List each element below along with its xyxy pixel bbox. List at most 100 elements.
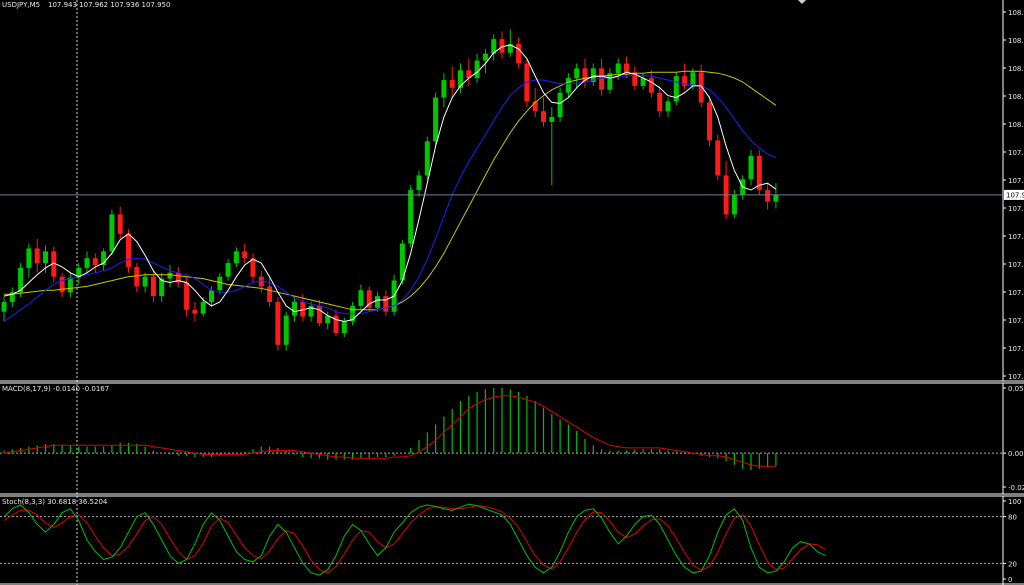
candle	[599, 58, 605, 96]
candle-body	[67, 277, 73, 293]
candle-body	[574, 68, 580, 79]
candle	[292, 297, 297, 322]
candle	[673, 72, 679, 106]
candle-body	[267, 286, 273, 302]
candle-body	[433, 97, 439, 142]
candle-body	[458, 70, 463, 88]
macd-axis-tick-label: 0.00	[1008, 450, 1024, 458]
candle	[466, 58, 472, 86]
candle-body	[84, 258, 90, 268]
macd-axis-ticks: 0.0500 0.00 -0.026	[1003, 385, 1024, 492]
candle	[657, 85, 663, 118]
stoch-axis-ticks: 100 80 20 0	[1003, 498, 1021, 584]
macd-axis-tick-label: 0.0500	[1008, 385, 1024, 393]
candle	[541, 97, 546, 127]
candle	[92, 253, 98, 273]
candle-body	[482, 53, 488, 61]
candle	[748, 150, 754, 186]
candle-body	[142, 276, 148, 287]
candle-body	[748, 155, 754, 180]
candle	[557, 87, 563, 122]
candle-body	[557, 92, 563, 118]
macd-axis-tick-label: -0.026	[1008, 484, 1024, 492]
stoch-label: Stoch(8,3,3) 30.6818 36.5204	[2, 498, 108, 506]
candle	[383, 290, 389, 316]
current-price-label: 107.9	[1006, 191, 1024, 199]
candle	[632, 66, 638, 90]
candle	[167, 264, 173, 288]
candle	[715, 134, 721, 181]
candle-body	[358, 290, 364, 306]
candle	[101, 248, 107, 271]
candle	[308, 301, 314, 322]
price-axis-tick-label: 107.8	[1008, 261, 1024, 269]
macd-label: MACD(8,17,9) -0.0140 -0.0167	[2, 385, 109, 393]
stoch-axis-tick-label: 20	[1008, 560, 1017, 568]
candle	[26, 243, 32, 278]
candle	[84, 251, 90, 273]
macd-signal-line	[3, 395, 776, 467]
candle	[474, 53, 480, 83]
candle	[499, 31, 505, 59]
candle	[607, 68, 613, 94]
candle-body	[209, 290, 214, 302]
candle	[250, 253, 256, 283]
candle-body	[690, 72, 696, 86]
candle	[1, 297, 7, 322]
stoch-signal-line	[3, 505, 826, 574]
candle-body	[648, 78, 654, 93]
candle-body	[200, 301, 206, 314]
candle-body	[217, 276, 223, 291]
candle-body	[765, 190, 771, 202]
price-axis-tick-label: 107.9	[1008, 177, 1024, 185]
candle	[358, 284, 364, 310]
symbol-label: USDJPY,M5	[2, 1, 40, 9]
candle	[283, 311, 289, 351]
price-axis-tick-label: 108.0	[1008, 65, 1024, 73]
candle	[565, 73, 571, 98]
candle-body	[233, 251, 239, 264]
candle	[416, 170, 422, 197]
candle-body	[408, 190, 414, 244]
price-axis-tick-label: 107.8	[1008, 289, 1024, 297]
candle	[773, 183, 779, 209]
candle-body	[109, 214, 115, 252]
candle-body	[773, 194, 779, 202]
candle	[756, 150, 762, 195]
candle	[117, 206, 123, 239]
candle-body	[43, 251, 48, 264]
stoch-panel: Stoch(8,3,3) 30.6818 36.5204 100 80 20 0	[0, 496, 1021, 585]
candle	[242, 243, 248, 264]
candle-body	[34, 248, 40, 264]
candle	[134, 263, 140, 293]
stoch-axis-tick-label: 80	[1008, 514, 1017, 522]
macd-panel: MACD(8,17,9) -0.0140 -0.0167 0.0500 0.00 -…	[0, 383, 1024, 494]
chart-shift-marker-icon[interactable]	[798, 0, 806, 4]
candle-body	[383, 296, 389, 312]
candle	[516, 37, 522, 69]
price-axis-tick-label: 108.0	[1008, 121, 1024, 129]
candle	[217, 272, 223, 295]
candle-body	[549, 117, 555, 122]
candle-body	[715, 140, 721, 176]
candle-body	[292, 301, 297, 316]
candle-body	[134, 266, 140, 287]
candle	[159, 272, 165, 302]
candle	[624, 56, 629, 79]
candle	[18, 263, 24, 298]
candle	[366, 286, 372, 312]
candle	[574, 63, 580, 88]
candle-body	[117, 214, 123, 234]
candle-body	[126, 233, 131, 267]
candle-body	[615, 63, 621, 74]
candle-body	[150, 276, 156, 297]
candle	[192, 301, 198, 322]
candle-body	[225, 263, 231, 277]
candle	[731, 190, 737, 219]
candle-body	[665, 101, 671, 112]
candle-body	[92, 258, 98, 265]
price-axis-tick-label: 108.1	[1008, 9, 1024, 17]
candle	[491, 34, 497, 61]
candle	[150, 270, 156, 302]
candle-body	[275, 301, 281, 345]
